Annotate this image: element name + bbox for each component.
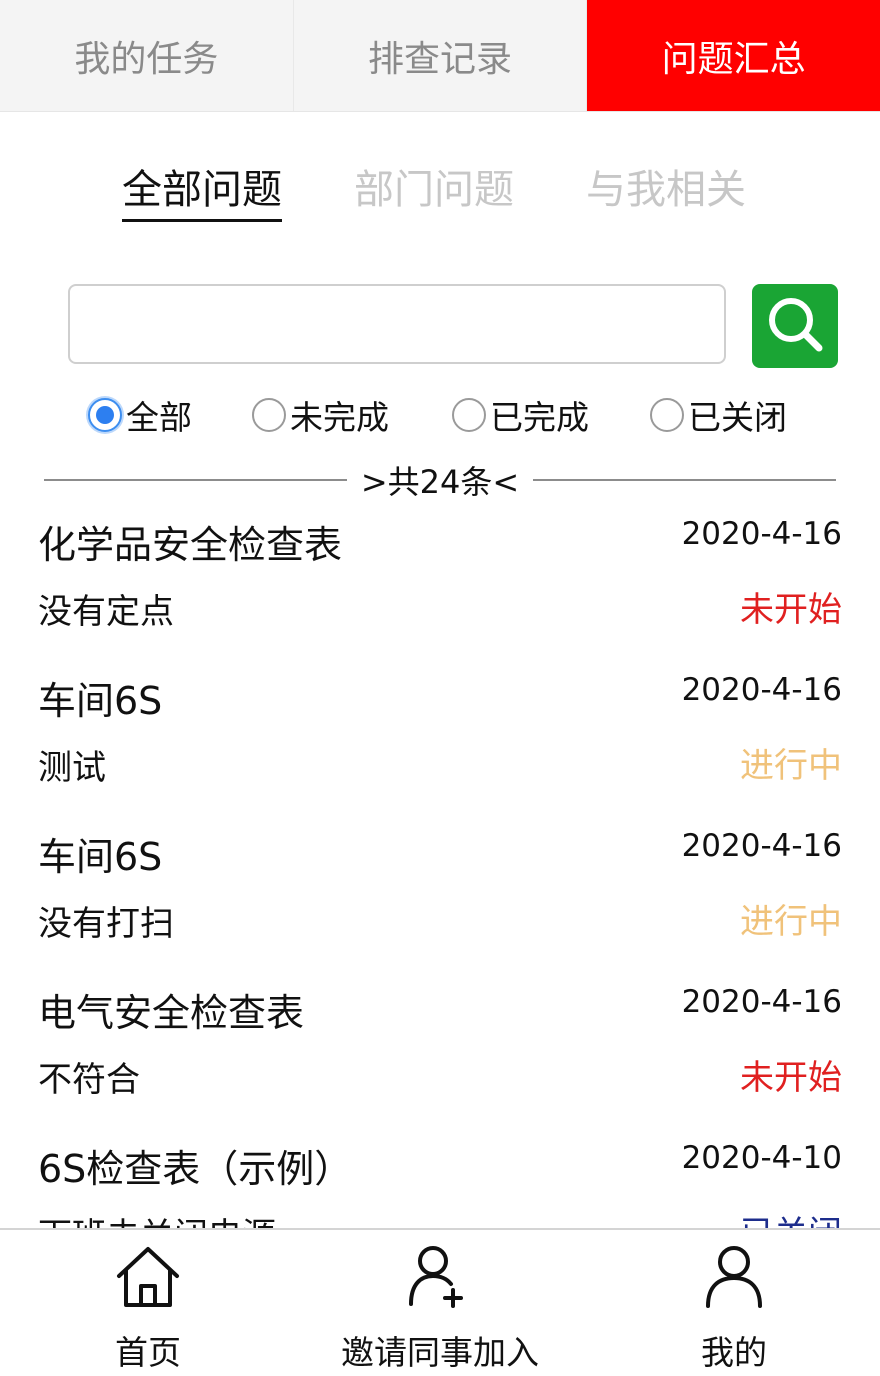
tab-inspection-records[interactable]: 排查记录 bbox=[294, 0, 588, 111]
radio-unchecked-icon bbox=[452, 398, 486, 432]
result-count-divider: >共24条< bbox=[44, 456, 837, 504]
issue-list: 化学品安全检查表 2020-4-16 没有定点 未开始 车间6S 2020-4-… bbox=[0, 504, 880, 1228]
add-user-icon bbox=[407, 1244, 473, 1310]
status-badge: 未开始 bbox=[740, 590, 842, 630]
search-icon bbox=[764, 293, 826, 359]
result-count: >共24条< bbox=[360, 463, 520, 501]
filter-label: 已关闭 bbox=[688, 398, 787, 437]
list-item[interactable]: 车间6S 2020-4-16 测试 进行中 bbox=[0, 660, 880, 816]
filter-completed[interactable]: 已完成 bbox=[452, 388, 589, 442]
item-description: 下班未关闭电源 bbox=[38, 1208, 276, 1228]
item-description: 测试 bbox=[38, 748, 106, 788]
nav-label: 我的 bbox=[701, 1333, 767, 1372]
search-box bbox=[68, 284, 726, 364]
status-badge: 未开始 bbox=[740, 1058, 842, 1098]
list-item[interactable]: 电气安全检查表 2020-4-16 不符合 未开始 bbox=[0, 972, 880, 1128]
tab-issue-summary[interactable]: 问题汇总 bbox=[587, 0, 880, 111]
filter-incomplete[interactable]: 未完成 bbox=[252, 388, 389, 442]
top-tab-bar: 我的任务 排查记录 问题汇总 bbox=[0, 0, 880, 112]
nav-label: 邀请同事加入 bbox=[341, 1333, 539, 1372]
item-date: 2020-4-16 bbox=[681, 516, 842, 552]
filter-all[interactable]: 全部 bbox=[88, 388, 192, 442]
subtab-related-to-me[interactable]: 与我相关 bbox=[586, 160, 746, 222]
search-input[interactable] bbox=[70, 286, 724, 362]
tab-my-tasks[interactable]: 我的任务 bbox=[0, 0, 294, 111]
item-title: 车间6S bbox=[38, 679, 163, 723]
subtab-department-issues[interactable]: 部门问题 bbox=[354, 160, 514, 222]
item-date: 2020-4-10 bbox=[681, 1140, 842, 1176]
nav-invite-colleague[interactable]: 邀请同事加入 bbox=[330, 1230, 550, 1376]
item-description: 没有定点 bbox=[38, 592, 174, 632]
radio-checked-icon bbox=[88, 398, 122, 432]
item-title: 化学品安全检查表 bbox=[38, 523, 343, 567]
bottom-nav: 首页 邀请同事加入 我的 bbox=[0, 1228, 880, 1376]
status-badge: 已关闭 bbox=[740, 1206, 842, 1228]
nav-mine[interactable]: 我的 bbox=[674, 1230, 794, 1376]
filter-label: 全部 bbox=[126, 398, 192, 437]
status-badge: 进行中 bbox=[740, 902, 842, 942]
item-title: 6S检查表（示例） bbox=[38, 1147, 353, 1191]
subtab-all-issues[interactable]: 全部问题 bbox=[122, 160, 282, 222]
radio-unchecked-icon bbox=[252, 398, 286, 432]
item-title: 车间6S bbox=[38, 835, 163, 879]
sub-tab-bar: 全部问题 部门问题 与我相关 bbox=[0, 160, 880, 230]
item-date: 2020-4-16 bbox=[681, 984, 842, 1020]
nav-label: 首页 bbox=[115, 1333, 181, 1372]
list-item[interactable]: 车间6S 2020-4-16 没有打扫 进行中 bbox=[0, 816, 880, 972]
home-icon bbox=[113, 1244, 183, 1310]
nav-home[interactable]: 首页 bbox=[88, 1230, 208, 1376]
status-badge: 进行中 bbox=[740, 746, 842, 786]
item-title: 电气安全检查表 bbox=[38, 991, 305, 1035]
item-date: 2020-4-16 bbox=[681, 672, 842, 708]
item-description: 没有打扫 bbox=[38, 904, 174, 944]
radio-unchecked-icon bbox=[650, 398, 684, 432]
user-icon bbox=[703, 1244, 765, 1310]
item-description: 不符合 bbox=[38, 1060, 140, 1100]
list-item[interactable]: 6S检查表（示例） 2020-4-10 下班未关闭电源 已关闭 bbox=[0, 1128, 880, 1228]
list-item[interactable]: 化学品安全检查表 2020-4-16 没有定点 未开始 bbox=[0, 504, 880, 660]
filter-label: 未完成 bbox=[290, 398, 389, 437]
search-button[interactable] bbox=[752, 284, 838, 368]
divider-line bbox=[44, 479, 347, 481]
item-date: 2020-4-16 bbox=[681, 828, 842, 864]
divider-line bbox=[533, 479, 837, 481]
filter-closed[interactable]: 已关闭 bbox=[650, 388, 787, 442]
filter-label: 已完成 bbox=[490, 398, 589, 437]
